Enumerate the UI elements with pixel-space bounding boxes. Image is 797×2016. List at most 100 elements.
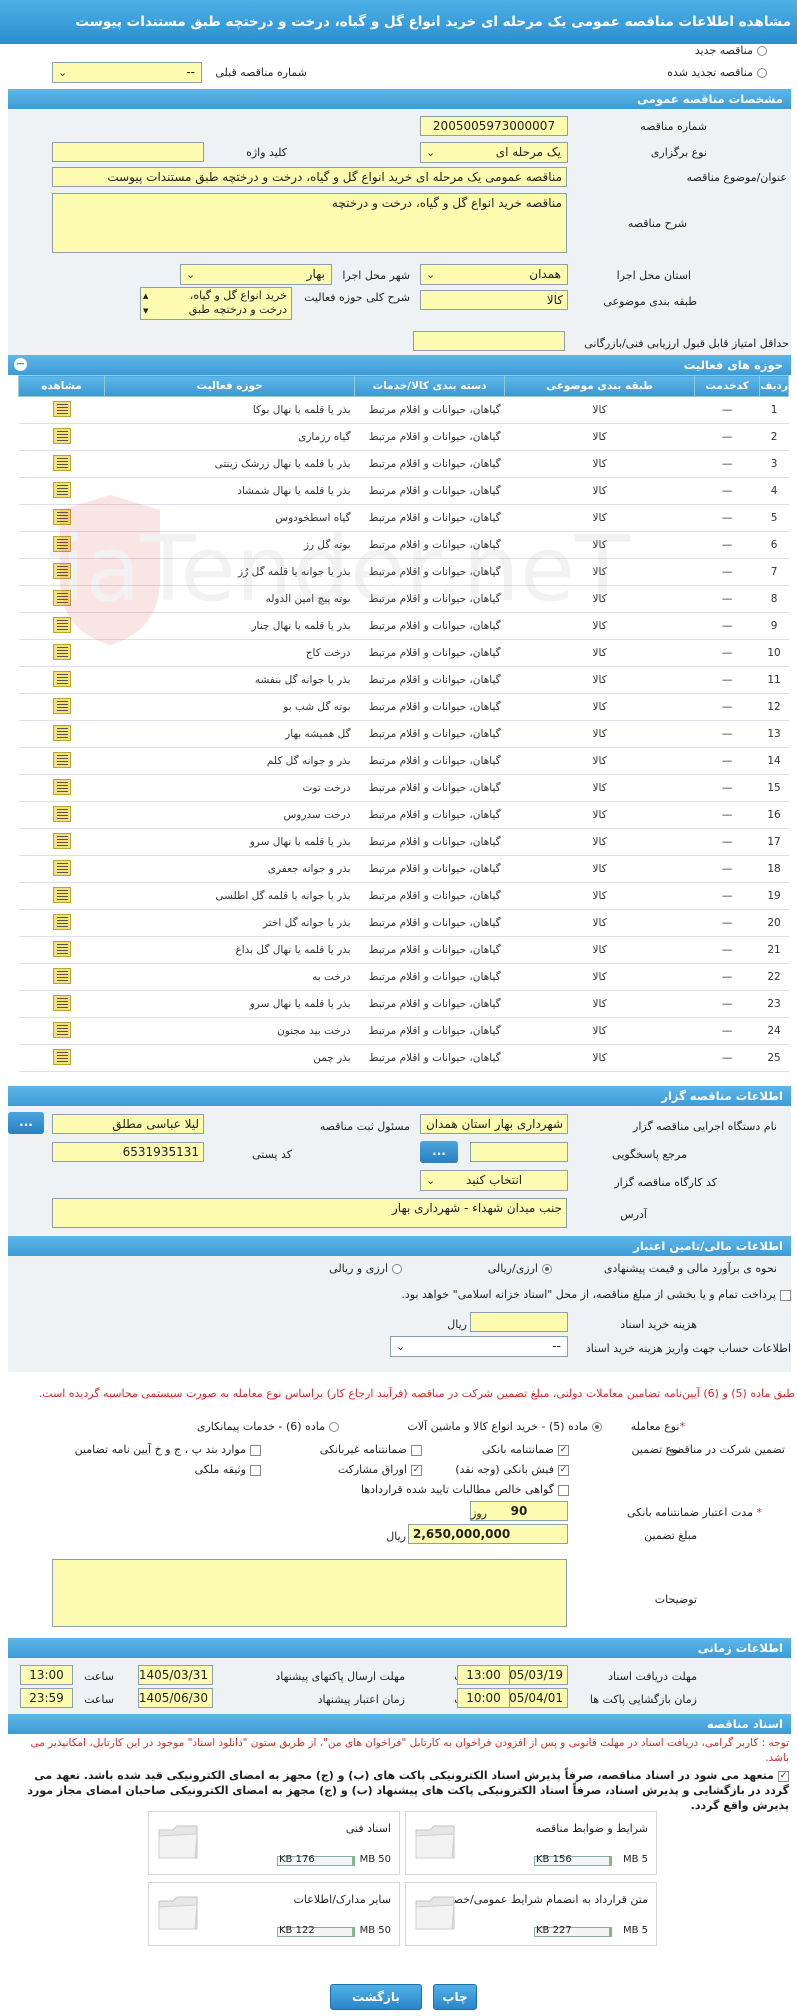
notes-field[interactable] (52, 1559, 567, 1627)
radio-rial[interactable]: ارزی و ریالی (329, 1262, 402, 1275)
view-document-icon[interactable] (52, 805, 71, 822)
tender-number-field[interactable]: 2005005973000007 (420, 116, 568, 136)
doc-card-contract[interactable]: متن قرارداد به انضمام شرایط عمومی/خصوصی … (405, 1882, 657, 1946)
view-cell[interactable] (18, 531, 105, 559)
view-document-icon[interactable] (52, 481, 71, 498)
view-cell[interactable] (18, 612, 105, 640)
treasury-checkbox[interactable]: پرداخت تمام و یا بخشی از مبلغ مناقصه، از… (401, 1288, 791, 1301)
send-time[interactable]: 13:00 (20, 1665, 73, 1685)
radio-new-tender[interactable]: مناقصه جدید (695, 44, 767, 57)
view-document-icon[interactable] (52, 427, 71, 444)
address-field[interactable]: جنب میدان شهداء - شهرداری بهار (52, 1198, 567, 1228)
ref-field[interactable] (470, 1142, 568, 1162)
doc-card-technical[interactable]: اسناد فنی 50 MB 176 KB (148, 1811, 400, 1875)
view-cell[interactable] (18, 396, 105, 424)
view-document-icon[interactable] (52, 913, 71, 930)
radio-article5[interactable]: ماده (5) - خرید انواع کالا و ماشین آلات (407, 1420, 602, 1433)
view-cell[interactable] (18, 450, 105, 478)
ref-lookup-button[interactable]: ... (420, 1141, 458, 1163)
subject-field[interactable]: مناقصه عمومی یک مرحله ای خرید انواع گل و… (52, 167, 567, 187)
view-document-icon[interactable] (52, 967, 71, 984)
open-time[interactable]: 10:00 (457, 1688, 510, 1708)
check-bonds[interactable]: ✓اوراق مشارکت (338, 1463, 422, 1476)
account-select[interactable]: -- ⌄ (390, 1336, 568, 1357)
view-document-icon[interactable] (52, 724, 71, 741)
view-document-icon[interactable] (52, 400, 71, 417)
view-document-icon[interactable] (52, 697, 71, 714)
view-document-icon[interactable] (52, 670, 71, 687)
view-cell[interactable] (18, 882, 105, 910)
fee-field[interactable] (470, 1312, 568, 1332)
view-cell[interactable] (18, 1017, 105, 1045)
view-cell[interactable] (18, 963, 105, 991)
view-cell[interactable] (18, 990, 105, 1018)
print-button[interactable]: چاپ (433, 1984, 477, 2010)
check-property[interactable]: وثیقه ملکی (195, 1463, 261, 1476)
view-cell[interactable] (18, 477, 105, 505)
view-cell[interactable] (18, 936, 105, 964)
view-document-icon[interactable] (52, 454, 71, 471)
amount-field[interactable]: 2,650,000,000 (408, 1524, 568, 1544)
check-bylaw-items[interactable]: موارد بند پ ، ج و خ آیین نامه تضامین (75, 1443, 261, 1456)
check-net-claims[interactable]: گواهی خالص مطالبات تایید شده قراردادها (361, 1483, 569, 1496)
check-bank-guarantee[interactable]: ✓ضمانتنامه بانکی (482, 1443, 569, 1456)
valid-date[interactable]: 1405/06/30 (138, 1688, 213, 1708)
view-cell[interactable] (18, 720, 105, 748)
check-nonbank-guarantee[interactable]: ضمانتنامه غیربانکی (320, 1443, 422, 1456)
view-cell[interactable] (18, 855, 105, 883)
view-document-icon[interactable] (52, 940, 71, 957)
view-cell[interactable] (18, 423, 105, 451)
desc-field[interactable]: مناقصه خرید انواع گل و گیاه، درخت و درخت… (52, 193, 567, 253)
view-document-icon[interactable] (52, 994, 71, 1011)
doc-card-terms[interactable]: شرایط و ضوابط مناقصه 5 MB 156 KB (405, 1811, 657, 1875)
view-document-icon[interactable] (52, 616, 71, 633)
view-document-icon[interactable] (52, 886, 71, 903)
radio-article6[interactable]: ماده (6) - خدمات پیمانکاری (197, 1420, 339, 1433)
view-document-icon[interactable] (52, 1021, 71, 1038)
view-document-icon[interactable] (52, 508, 71, 525)
doc-card-other[interactable]: سایر مدارک/اطلاعات 50 MB 122 KB (148, 1882, 400, 1946)
view-cell[interactable] (18, 774, 105, 802)
view-cell[interactable] (18, 801, 105, 829)
view-document-icon[interactable] (52, 535, 71, 552)
view-document-icon[interactable] (52, 562, 71, 579)
workshop-select[interactable]: انتخاب کنید ⌄ (420, 1170, 568, 1191)
city-select[interactable]: بهار ⌄ (180, 264, 332, 285)
view-cell[interactable] (18, 693, 105, 721)
receive-time[interactable]: 13:00 (457, 1665, 510, 1685)
view-cell[interactable] (18, 639, 105, 667)
view-cell[interactable] (18, 558, 105, 586)
view-document-icon[interactable] (52, 1048, 71, 1065)
radio-rial-fx[interactable]: ارزی/ریالی (488, 1262, 552, 1275)
postal-field[interactable]: 6531935131 (52, 1142, 204, 1162)
send-date[interactable]: 1405/03/31 (138, 1665, 213, 1685)
view-document-icon[interactable] (52, 751, 71, 768)
keyword-field[interactable] (52, 142, 204, 162)
view-cell[interactable] (18, 1044, 105, 1072)
back-button[interactable]: بازگشت (330, 1984, 422, 2010)
prev-number-select[interactable]: -- ⌄ (52, 62, 202, 83)
view-document-icon[interactable] (52, 643, 71, 660)
view-cell[interactable] (18, 828, 105, 856)
radio-renewed-tender[interactable]: مناقصه تجدید شده (667, 66, 767, 79)
min-score-field[interactable] (413, 331, 565, 351)
view-document-icon[interactable] (52, 832, 71, 849)
agency-field[interactable]: شهرداری بهار استان همدان (420, 1114, 568, 1134)
type-select[interactable]: یک مرحله ای ⌄ (420, 142, 568, 163)
view-cell[interactable] (18, 585, 105, 613)
responsible-field[interactable]: لیلا عباسی مطلق (52, 1114, 204, 1134)
check-bank-receipt[interactable]: ✓فیش بانکی (وجه نقد) (455, 1463, 569, 1476)
view-cell[interactable] (18, 747, 105, 775)
responsible-lookup-button[interactable]: ... (8, 1112, 44, 1134)
view-cell[interactable] (18, 909, 105, 937)
province-select[interactable]: همدان ⌄ (420, 264, 568, 285)
view-document-icon[interactable] (52, 589, 71, 606)
view-cell[interactable] (18, 666, 105, 694)
activity-field[interactable]: خرید انواع گل و گیاه، درخت و درختچه طبق ▲… (140, 287, 292, 320)
valid-time[interactable]: 23:59 (20, 1688, 73, 1708)
view-cell[interactable] (18, 504, 105, 532)
category-field[interactable]: کالا (420, 290, 568, 310)
view-document-icon[interactable] (52, 778, 71, 795)
view-document-icon[interactable] (52, 859, 71, 876)
collapse-icon[interactable]: − (14, 358, 27, 371)
